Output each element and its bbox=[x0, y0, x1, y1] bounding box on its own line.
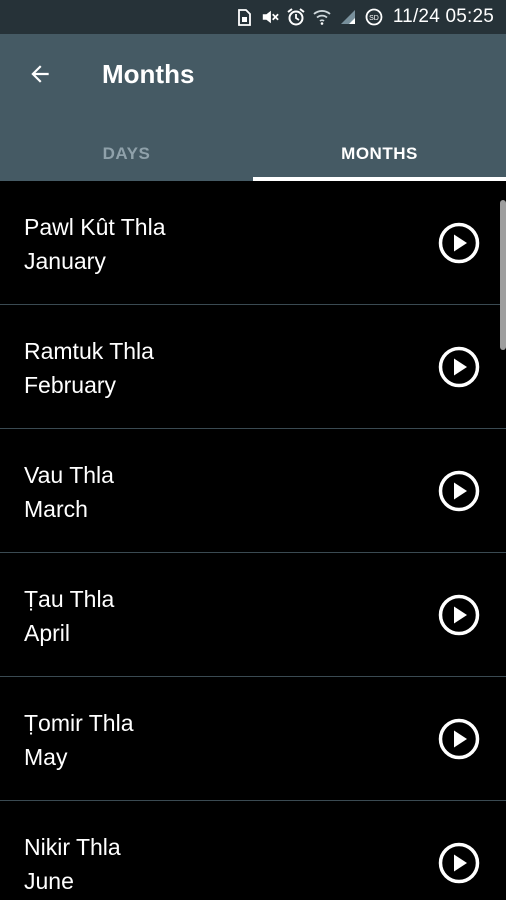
month-english-name: March bbox=[24, 496, 88, 522]
list-item[interactable]: Pawl Kût Thla January bbox=[0, 181, 506, 305]
play-circle-icon[interactable] bbox=[438, 594, 480, 636]
list-item[interactable]: Nikir Thla June bbox=[0, 801, 506, 900]
month-local-name: Ṭau Thla bbox=[24, 586, 115, 612]
play-circle-icon[interactable] bbox=[438, 470, 480, 512]
list-item[interactable]: Ṭomir Thla May bbox=[0, 677, 506, 801]
month-english-name: January bbox=[24, 248, 106, 274]
month-local-name: Ṭomir Thla bbox=[24, 710, 134, 736]
page-title: Months bbox=[102, 59, 195, 89]
svg-text:SD: SD bbox=[369, 15, 379, 22]
month-local-name: Nikir Thla bbox=[24, 834, 121, 860]
month-english-name: April bbox=[24, 620, 71, 646]
month-english-name: June bbox=[24, 868, 74, 894]
month-local-name: Pawl Kût Thla bbox=[24, 214, 166, 240]
wifi-icon bbox=[313, 8, 331, 26]
month-local-name: Vau Thla bbox=[24, 462, 114, 488]
data-saver-icon: SD bbox=[365, 8, 383, 26]
month-english-name: February bbox=[24, 372, 117, 398]
app-bar: Months DAYS MONTHS bbox=[0, 34, 506, 181]
play-circle-icon[interactable] bbox=[438, 842, 480, 884]
list-item[interactable]: Ramtuk Thla February bbox=[0, 305, 506, 429]
alarm-icon bbox=[287, 8, 305, 26]
play-circle-icon[interactable] bbox=[438, 222, 480, 264]
signal-icon bbox=[339, 8, 357, 26]
tab-days[interactable]: DAYS bbox=[0, 126, 253, 181]
status-time: 11/24 05:25 bbox=[392, 6, 494, 27]
mute-icon bbox=[261, 8, 279, 26]
list-item[interactable]: Vau Thla March bbox=[0, 429, 506, 553]
scrollbar-thumb[interactable] bbox=[500, 200, 506, 350]
month-local-name: Ramtuk Thla bbox=[24, 338, 154, 364]
months-list: Pawl Kût Thla January Ramtuk Thla Februa… bbox=[0, 181, 506, 900]
sim-icon bbox=[235, 8, 253, 26]
list-item[interactable]: Ṭau Thla April bbox=[0, 553, 506, 677]
tab-bar: DAYS MONTHS bbox=[0, 126, 506, 181]
month-english-name: May bbox=[24, 744, 68, 770]
back-button[interactable] bbox=[22, 56, 58, 92]
play-circle-icon[interactable] bbox=[438, 346, 480, 388]
status-bar: SD 11/24 05:25 bbox=[0, 0, 506, 34]
play-circle-icon[interactable] bbox=[438, 718, 480, 760]
arrow-back-icon bbox=[31, 65, 49, 83]
tab-months[interactable]: MONTHS bbox=[253, 126, 506, 181]
